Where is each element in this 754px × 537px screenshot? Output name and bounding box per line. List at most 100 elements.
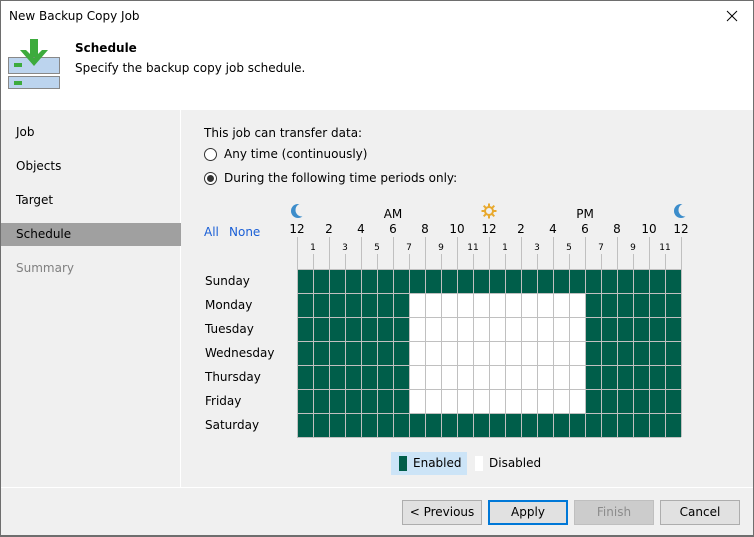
- schedule-cell[interactable]: [537, 389, 553, 413]
- schedule-cell[interactable]: [649, 293, 665, 317]
- schedule-cell[interactable]: [553, 413, 569, 437]
- schedule-cell[interactable]: [393, 317, 409, 341]
- schedule-cell[interactable]: [633, 413, 649, 437]
- schedule-cell[interactable]: [473, 269, 489, 293]
- schedule-cell[interactable]: [473, 365, 489, 389]
- schedule-cell[interactable]: [505, 341, 521, 365]
- schedule-cell[interactable]: [297, 317, 313, 341]
- schedule-cell[interactable]: [665, 365, 681, 389]
- schedule-cell[interactable]: [665, 341, 681, 365]
- schedule-cell[interactable]: [633, 293, 649, 317]
- schedule-cell[interactable]: [409, 341, 425, 365]
- schedule-cell[interactable]: [297, 389, 313, 413]
- schedule-cell[interactable]: [377, 341, 393, 365]
- schedule-cell[interactable]: [665, 293, 681, 317]
- time-periods-radio[interactable]: [204, 172, 217, 185]
- schedule-cell[interactable]: [569, 317, 585, 341]
- schedule-cell[interactable]: [457, 269, 473, 293]
- schedule-cell[interactable]: [313, 413, 329, 437]
- schedule-cell[interactable]: [649, 389, 665, 413]
- schedule-cell[interactable]: [425, 317, 441, 341]
- schedule-cell[interactable]: [505, 413, 521, 437]
- schedule-cell[interactable]: [441, 365, 457, 389]
- schedule-cell[interactable]: [649, 365, 665, 389]
- schedule-cell[interactable]: [441, 413, 457, 437]
- schedule-cell[interactable]: [409, 365, 425, 389]
- schedule-cell[interactable]: [633, 269, 649, 293]
- schedule-cell[interactable]: [569, 413, 585, 437]
- schedule-cell[interactable]: [425, 269, 441, 293]
- schedule-cell[interactable]: [409, 317, 425, 341]
- schedule-cell[interactable]: [585, 293, 601, 317]
- schedule-cell[interactable]: [393, 389, 409, 413]
- schedule-cell[interactable]: [361, 389, 377, 413]
- schedule-cell[interactable]: [601, 413, 617, 437]
- schedule-cell[interactable]: [345, 293, 361, 317]
- schedule-cell[interactable]: [329, 365, 345, 389]
- schedule-cell[interactable]: [313, 365, 329, 389]
- schedule-cell[interactable]: [361, 293, 377, 317]
- schedule-cell[interactable]: [313, 389, 329, 413]
- schedule-cell[interactable]: [409, 269, 425, 293]
- schedule-cell[interactable]: [537, 365, 553, 389]
- schedule-cell[interactable]: [553, 269, 569, 293]
- schedule-cell[interactable]: [521, 389, 537, 413]
- schedule-cell[interactable]: [489, 365, 505, 389]
- schedule-cell[interactable]: [345, 341, 361, 365]
- schedule-cell[interactable]: [425, 365, 441, 389]
- schedule-cell[interactable]: [585, 341, 601, 365]
- schedule-cell[interactable]: [409, 389, 425, 413]
- schedule-cell[interactable]: [601, 365, 617, 389]
- schedule-cell[interactable]: [489, 269, 505, 293]
- schedule-cell[interactable]: [329, 293, 345, 317]
- schedule-cell[interactable]: [569, 341, 585, 365]
- schedule-cell[interactable]: [521, 341, 537, 365]
- cancel-button[interactable]: Cancel: [660, 500, 740, 525]
- schedule-cell[interactable]: [617, 317, 633, 341]
- schedule-cell[interactable]: [361, 365, 377, 389]
- schedule-cell[interactable]: [569, 293, 585, 317]
- schedule-cell[interactable]: [473, 317, 489, 341]
- schedule-cell[interactable]: [617, 413, 633, 437]
- schedule-cell[interactable]: [425, 413, 441, 437]
- schedule-cell[interactable]: [361, 413, 377, 437]
- schedule-cell[interactable]: [665, 317, 681, 341]
- schedule-cell[interactable]: [329, 269, 345, 293]
- schedule-cell[interactable]: [633, 365, 649, 389]
- schedule-cell[interactable]: [473, 389, 489, 413]
- apply-button[interactable]: Apply: [488, 500, 568, 525]
- schedule-cell[interactable]: [505, 293, 521, 317]
- time-periods-label[interactable]: During the following time periods only:: [224, 171, 457, 185]
- close-icon[interactable]: [723, 7, 741, 25]
- schedule-cell[interactable]: [329, 413, 345, 437]
- schedule-cell[interactable]: [521, 413, 537, 437]
- schedule-cell[interactable]: [393, 293, 409, 317]
- schedule-cell[interactable]: [313, 341, 329, 365]
- schedule-cell[interactable]: [505, 389, 521, 413]
- schedule-cell[interactable]: [665, 389, 681, 413]
- schedule-cell[interactable]: [441, 269, 457, 293]
- schedule-cell[interactable]: [329, 341, 345, 365]
- schedule-cell[interactable]: [377, 365, 393, 389]
- schedule-cell[interactable]: [361, 317, 377, 341]
- schedule-cell[interactable]: [665, 269, 681, 293]
- schedule-cell[interactable]: [345, 317, 361, 341]
- schedule-cell[interactable]: [649, 413, 665, 437]
- schedule-cell[interactable]: [617, 389, 633, 413]
- schedule-cell[interactable]: [601, 389, 617, 413]
- schedule-cell[interactable]: [617, 341, 633, 365]
- schedule-cell[interactable]: [329, 389, 345, 413]
- schedule-cell[interactable]: [505, 365, 521, 389]
- schedule-cell[interactable]: [633, 341, 649, 365]
- schedule-cell[interactable]: [329, 317, 345, 341]
- schedule-cell[interactable]: [537, 317, 553, 341]
- schedule-cell[interactable]: [393, 413, 409, 437]
- any-time-radio[interactable]: [204, 148, 217, 161]
- schedule-cell[interactable]: [377, 293, 393, 317]
- schedule-cell[interactable]: [585, 389, 601, 413]
- schedule-cell[interactable]: [537, 341, 553, 365]
- schedule-cell[interactable]: [601, 269, 617, 293]
- schedule-cell[interactable]: [649, 341, 665, 365]
- schedule-cell[interactable]: [297, 293, 313, 317]
- schedule-cell[interactable]: [313, 293, 329, 317]
